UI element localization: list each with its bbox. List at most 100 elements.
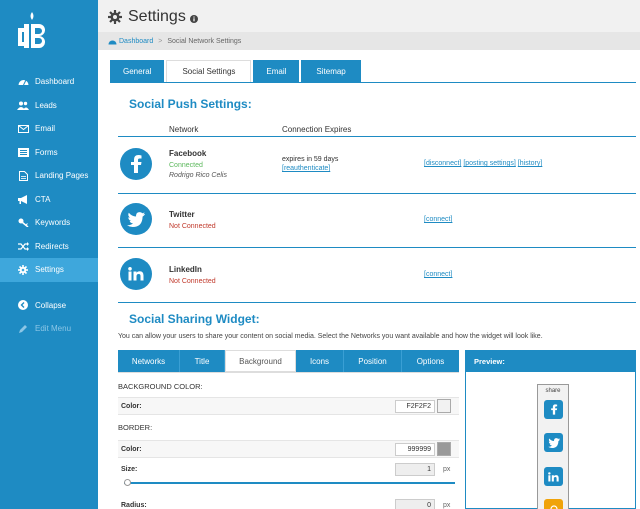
background-color-input[interactable] [395, 400, 435, 413]
sidebar-item-label: Dashboard [35, 77, 75, 87]
row-divider [118, 247, 636, 248]
google-plus-share-icon [544, 499, 563, 509]
facebook-actions: [disconnect] [posting settings] [history… [424, 160, 542, 167]
page-title-text: Settings [128, 8, 186, 25]
border-heading: BORDER: [118, 423, 153, 432]
linkedin-share-icon [544, 467, 563, 486]
sidebar-item-label: Email [35, 124, 56, 134]
breadcrumb-current: Social Network Settings [167, 37, 242, 45]
sidebar-item-landing-pages[interactable]: Landing Pages [0, 164, 98, 188]
sidebar-edit-menu-label: Edit Menu [35, 324, 72, 334]
facebook-name: Facebook [169, 149, 207, 158]
tab-sitemap[interactable]: Sitemap [301, 60, 361, 82]
info-icon[interactable] [189, 14, 198, 23]
push-header-divider [118, 136, 636, 137]
sidebar-edit-menu[interactable]: Edit Menu [0, 317, 98, 341]
breadcrumb-separator: > [158, 37, 163, 45]
facebook-expires: expires in 59 days [282, 156, 339, 163]
widget-tabs: Networks Title Background Icons Position… [118, 350, 459, 372]
facebook-reauthenticate-link[interactable]: [reauthenticate] [282, 165, 330, 172]
linkedin-icon [120, 258, 152, 290]
sidebar-item-leads[interactable]: Leads [0, 94, 98, 118]
page-header: Settings [98, 0, 640, 32]
sidebar-item-label: Landing Pages [35, 171, 89, 181]
border-size-row: Size: px [118, 461, 459, 479]
facebook-posting-settings-link[interactable]: [posting settings] [463, 160, 516, 167]
linkedin-row: LinkedIn Not Connected [connect] [120, 258, 636, 294]
twitter-share-icon [544, 433, 563, 452]
sidebar-collapse-label: Collapse [35, 300, 67, 310]
breadcrumb-home-link[interactable]: Dashboard [108, 38, 153, 45]
tab-general[interactable]: General [110, 60, 165, 82]
breadcrumb-home-label: Dashboard [119, 37, 154, 45]
sidebar-item-label: CTA [35, 194, 51, 204]
border-color-row: Color: [118, 440, 459, 458]
tabs-divider [110, 82, 636, 83]
tab-email[interactable]: Email [253, 60, 300, 82]
logo-icon[interactable] [14, 10, 50, 52]
background-color-swatch[interactable] [437, 399, 451, 413]
preview-panel: Preview: share [465, 350, 636, 509]
tab-options[interactable]: Options [402, 350, 459, 372]
facebook-share-icon [544, 400, 563, 419]
sidebar-item-label: Leads [35, 100, 57, 110]
settings-tabs: General Social Settings Email Sitemap [110, 60, 363, 82]
sidebar-item-dashboard[interactable]: Dashboard [0, 70, 98, 94]
share-label: share [545, 388, 561, 394]
users-icon [17, 100, 29, 110]
sidebar-item-label: Redirects [35, 241, 69, 251]
facebook-user: Rodrigo Rico Celis [169, 172, 227, 179]
gear-icon [17, 264, 29, 275]
border-radius-input[interactable] [395, 499, 435, 509]
facebook-disconnect-link[interactable]: [disconnect] [424, 160, 461, 167]
sidebar-item-label: Settings [35, 265, 64, 275]
tab-icons[interactable]: Icons [296, 350, 344, 372]
row-divider [118, 302, 636, 303]
page-title: Settings [108, 8, 198, 26]
tab-title[interactable]: Title [180, 350, 225, 372]
linkedin-name: LinkedIn [169, 265, 202, 274]
sidebar: Dashboard Leads Email Forms Landing Page… [0, 0, 98, 509]
list-icon [17, 147, 29, 157]
tab-background[interactable]: Background [225, 350, 296, 372]
tachometer-icon [17, 77, 29, 87]
border-radius-unit: px [443, 502, 451, 509]
linkedin-connect-link[interactable]: [connect] [424, 271, 452, 278]
facebook-history-link[interactable]: [history] [518, 160, 543, 167]
twitter-status: Not Connected [169, 223, 216, 230]
sidebar-item-label: Keywords [35, 218, 71, 228]
sidebar-nav: Dashboard Leads Email Forms Landing Page… [0, 70, 98, 341]
border-size-label: Size: [121, 466, 138, 473]
file-icon [17, 170, 29, 181]
border-size-slider-track[interactable] [124, 482, 455, 484]
sidebar-item-cta[interactable]: CTA [0, 188, 98, 212]
sidebar-item-redirects[interactable]: Redirects [0, 235, 98, 259]
tachometer-icon [108, 40, 117, 44]
background-color-row: Color: [118, 397, 459, 415]
facebook-icon [120, 148, 152, 180]
widget-description: You can allow your users to share your c… [118, 333, 543, 340]
border-color-label: Color: [121, 446, 142, 453]
tab-networks[interactable]: Networks [118, 350, 180, 372]
random-icon [17, 241, 29, 251]
widget-tabs-divider [118, 372, 459, 373]
border-color-swatch[interactable] [437, 442, 451, 456]
border-size-slider-handle[interactable] [124, 479, 131, 486]
sidebar-item-forms[interactable]: Forms [0, 141, 98, 165]
sidebar-item-settings[interactable]: Settings [0, 258, 98, 282]
border-size-input[interactable] [395, 463, 435, 476]
facebook-status: Connected [169, 162, 203, 169]
tab-social-settings[interactable]: Social Settings [166, 60, 252, 82]
linkedin-status: Not Connected [169, 278, 216, 285]
sidebar-item-keywords[interactable]: Keywords [0, 211, 98, 235]
sidebar-item-email[interactable]: Email [0, 117, 98, 141]
sidebar-collapse[interactable]: Collapse [0, 294, 98, 318]
tab-position[interactable]: Position [344, 350, 402, 372]
envelope-icon [17, 124, 29, 134]
border-color-input[interactable] [395, 443, 435, 456]
twitter-icon [120, 203, 152, 235]
preview-title: Preview: [466, 351, 635, 372]
twitter-name: Twitter [169, 210, 195, 219]
twitter-connect-link[interactable]: [connect] [424, 216, 452, 223]
social-sharing-title: Social Sharing Widget: [129, 312, 260, 326]
